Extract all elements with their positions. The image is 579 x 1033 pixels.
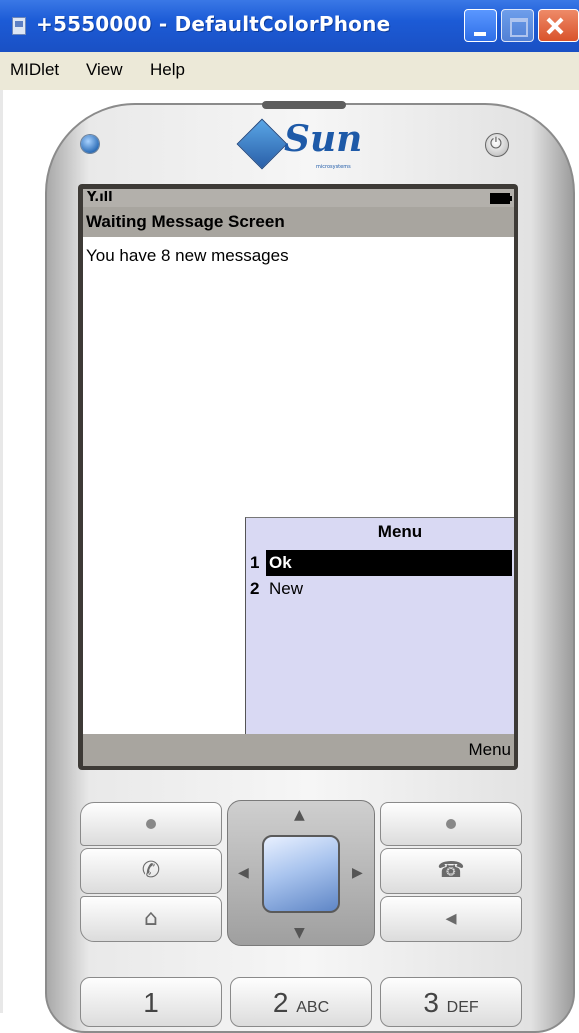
arrow-down-icon[interactable]: ▼ [294,925,305,941]
key-number: 1 [143,987,159,1018]
menu-item-number: 2 [250,579,260,598]
clear-button[interactable]: ◂ [380,896,522,942]
earpiece-speaker [262,101,346,109]
options-menu: Menu 1 Ok 2 New [245,517,514,734]
app-icon [12,17,26,35]
message-text: You have 8 new messages [86,246,289,265]
menu-bar: MIDlet View Help [0,52,579,90]
sun-logo: Sun microsystems [236,118,364,172]
close-button[interactable] [538,9,579,42]
key-2[interactable]: 2 ABC [230,977,372,1027]
arrow-up-icon[interactable]: ▲ [294,807,305,823]
hang-up-icon: ☎ [437,858,465,883]
menu-item-ok[interactable]: 1 Ok [248,550,514,576]
window-titlebar: +5550000 - DefaultColorPhone [0,0,579,52]
sun-diamond-icon [236,118,288,170]
arrow-left-icon[interactable]: ◀ [238,865,249,881]
home-icon: ⌂ [144,906,158,931]
select-button[interactable] [262,835,340,913]
navigation-pad[interactable]: ▲ ▼ ◀ ▶ [227,800,375,946]
window-left-edge [0,90,3,1013]
softkey-bar: Menu [83,734,514,766]
back-icon: ◂ [445,906,457,931]
phone-call-icon: ✆ [141,858,161,883]
menu-help[interactable]: Help [150,60,185,80]
call-button[interactable]: ✆ [80,848,222,894]
dot-icon [446,819,456,829]
menu-item-new[interactable]: 2 New [248,576,514,602]
menu-item-label: New [269,579,304,598]
status-bar: Y.ıll [83,189,514,207]
logo-text: Sun [284,118,363,160]
key-letters: ABC [296,999,330,1016]
key-3[interactable]: 3 DEF [380,977,522,1027]
menu-item-label: Ok [266,550,512,576]
key-1[interactable]: 1 [80,977,222,1027]
power-button[interactable] [485,133,509,157]
battery-icon [490,193,512,204]
screen-title: Waiting Message Screen [83,207,514,237]
end-call-button[interactable]: ☎ [380,848,522,894]
key-number: 2 [272,987,289,1018]
menu-view[interactable]: View [86,60,123,80]
softkey-menu-label[interactable]: Menu [468,740,511,760]
menu-item-number: 1 [250,553,260,572]
right-softkey[interactable] [380,802,522,846]
logo-subtext: microsystems [316,164,351,170]
window-title: +5550000 - DefaultColorPhone [36,12,391,36]
signal-strength-icon: Y.ıll [87,190,113,205]
status-led-icon [81,135,99,153]
left-softkey[interactable] [80,802,222,846]
menu-midlet[interactable]: MIDlet [10,60,59,80]
home-button[interactable]: ⌂ [80,896,222,942]
key-letters: DEF [446,999,479,1016]
maximize-button[interactable] [501,9,534,42]
arrow-right-icon[interactable]: ▶ [352,865,363,881]
key-number: 3 [423,987,439,1018]
minimize-button[interactable] [464,9,497,42]
dot-icon [146,819,156,829]
menu-title: Menu [377,522,423,541]
